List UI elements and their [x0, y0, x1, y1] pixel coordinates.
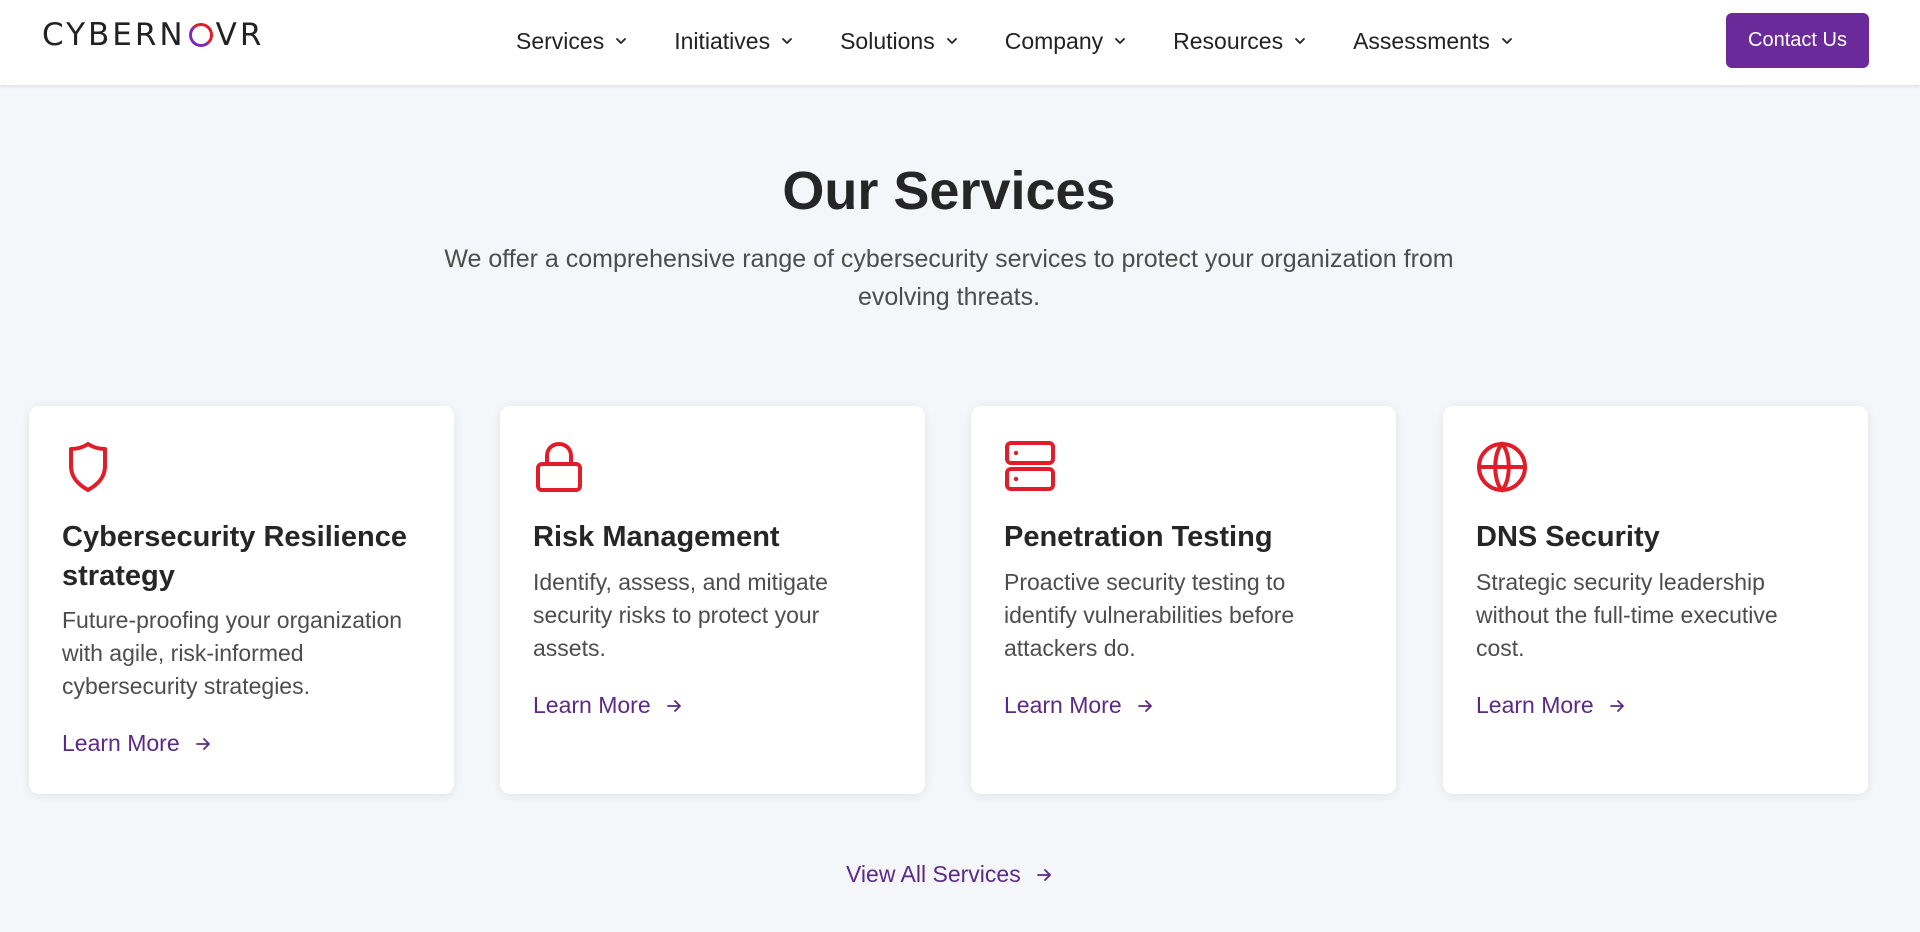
arrow-right-icon	[666, 699, 681, 712]
cybernovr-logo[interactable]: CYBERN VR	[42, 18, 264, 52]
learn-more-label: Learn More	[533, 692, 651, 718]
shield-icon	[69, 442, 107, 492]
nav-label: Company	[1004, 27, 1104, 54]
view-all-label: View All Services	[846, 861, 1021, 887]
learn-more-label: Learn More	[1476, 692, 1594, 718]
nav-label: Services	[516, 27, 605, 54]
nav-item-initiatives[interactable]: Initiatives	[674, 28, 794, 55]
learn-more-label: Learn More	[1004, 692, 1122, 718]
card-title: Risk Management	[533, 521, 780, 553]
learn-more-link[interactable]: Learn More	[1476, 692, 1626, 719]
contact-us-button[interactable]: Contact Us	[1726, 13, 1869, 68]
nav-item-resources[interactable]: Resources	[1173, 28, 1307, 55]
chevron-down-icon	[616, 38, 627, 44]
section-subtitle: We offer a comprehensive range of cybers…	[444, 245, 1454, 311]
logo-o-ring	[188, 23, 213, 47]
lock-icon	[536, 441, 582, 492]
nav-item-assessments[interactable]: Assessments	[1353, 28, 1514, 55]
card-title: Cybersecurity Resilience strategy	[62, 521, 407, 592]
chevron-down-icon	[1295, 38, 1305, 44]
arrow-right-icon	[1137, 699, 1152, 712]
nav-label: Solutions	[840, 27, 935, 54]
learn-more-link[interactable]: Learn More	[533, 692, 683, 719]
globe-icon	[1477, 441, 1527, 493]
learn-more-label: Learn More	[62, 730, 180, 756]
arrow-right-icon	[1609, 699, 1624, 712]
chevron-down-icon	[946, 38, 957, 44]
card-description: Strategic security leadership without th…	[1476, 569, 1778, 661]
chevron-down-icon	[1501, 38, 1512, 44]
card-description: Future-proofing your organization with a…	[62, 607, 403, 699]
service-card-risk: Risk Management Identify, assess, and mi…	[500, 406, 925, 794]
card-title: Penetration Testing	[1004, 521, 1273, 553]
server-icon	[1005, 441, 1055, 491]
chevron-down-icon	[1115, 38, 1126, 44]
arrow-right-icon	[1036, 868, 1051, 881]
nav-label: Initiatives	[674, 27, 771, 54]
card-description: Proactive security testing to identify v…	[1004, 569, 1295, 661]
nav-label: Resources	[1173, 27, 1284, 54]
logo-text-left: CYBERN	[42, 17, 186, 53]
service-card-pentest: Penetration Testing Proactive security t…	[971, 406, 1396, 794]
service-card-dns: DNS Security Strategic security leadersh…	[1443, 406, 1868, 794]
learn-more-link[interactable]: Learn More	[62, 730, 212, 757]
learn-more-link[interactable]: Learn More	[1004, 692, 1154, 719]
nav-label: Assessments	[1353, 27, 1490, 54]
site-header: CYBERN VR Services Initiatives Solutions …	[0, 0, 1920, 85]
nav-item-solutions[interactable]: Solutions	[840, 28, 959, 55]
card-title: DNS Security	[1476, 521, 1660, 553]
section-title: Our Services	[782, 161, 1116, 221]
main-nav: Services Initiatives Solutions Company R…	[516, 22, 1514, 60]
nav-item-company[interactable]: Company	[1005, 28, 1127, 55]
chevron-down-icon	[782, 38, 792, 44]
arrow-right-icon	[195, 737, 210, 750]
logo-text-right: VR	[215, 17, 265, 53]
card-description: Identify, assess, and mitigate security …	[533, 569, 828, 661]
service-card-resilience: Cybersecurity Resilience strategy Future…	[29, 406, 454, 794]
view-all-services-link[interactable]: View All Services	[846, 861, 1053, 888]
nav-item-services[interactable]: Services	[516, 28, 628, 55]
